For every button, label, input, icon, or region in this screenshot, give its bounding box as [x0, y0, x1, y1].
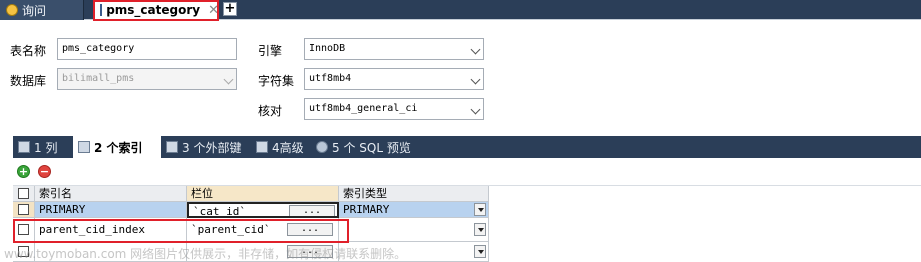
tab-advanced-label: 4高级 — [272, 140, 304, 155]
chevron-down-icon[interactable] — [474, 223, 486, 236]
tab-foreign-keys[interactable]: 3 个外部键 — [161, 136, 251, 158]
tab-indexes-label: 2 个索引 — [94, 140, 143, 155]
tab-advanced[interactable]: 4高级 — [251, 136, 311, 158]
charset-value: utf8mb4 — [309, 73, 352, 84]
engine-select[interactable]: InnoDB — [304, 38, 484, 60]
collation-value: utf8mb4_general_ci — [309, 103, 418, 114]
tab-foreign-keys-label: 3 个外部键 — [182, 140, 242, 155]
checkbox[interactable] — [18, 204, 29, 215]
row-checkbox-cell — [13, 218, 35, 242]
database-label: 数据库 — [10, 74, 47, 88]
checkbox[interactable] — [18, 188, 29, 199]
engine-value: InnoDB — [309, 43, 346, 54]
tab-pms-category-label: pms_category — [106, 3, 201, 17]
columns-value: `cat_id` — [193, 205, 246, 218]
tab-sql-preview[interactable]: 5 个 SQL 预览 — [311, 136, 429, 158]
table-name-input[interactable]: pms_category — [57, 38, 237, 60]
chevron-down-icon — [470, 74, 481, 85]
close-icon[interactable]: ✕ — [208, 3, 219, 18]
query-icon — [6, 4, 18, 16]
index-toolbar: + − — [13, 158, 921, 186]
edit-columns-button[interactable]: ... — [289, 205, 335, 216]
checkbox[interactable] — [18, 224, 29, 235]
database-value: bilimall_pms — [62, 73, 135, 84]
table-row-name[interactable]: parent_cid_index — [35, 218, 187, 242]
tab-query[interactable]: 询问 — [0, 0, 84, 20]
add-tab-button[interactable]: + — [223, 2, 237, 16]
index-type-value: PRIMARY — [343, 203, 390, 216]
document-tab-strip: 询问 pms_category ✕ + — [0, 0, 921, 20]
table-row-name[interactable]: PRIMARY — [35, 202, 187, 218]
tab-indexes[interactable]: 2 个索引 — [73, 136, 161, 158]
collation-label: 核对 — [258, 104, 283, 118]
charset-label: 字符集 — [258, 74, 295, 88]
foreign-key-icon — [166, 141, 178, 153]
tab-columns-label: 1 列 — [34, 140, 58, 155]
tab-pms-category[interactable]: pms_category ✕ — [94, 0, 219, 20]
advanced-icon — [256, 141, 268, 153]
engine-label: 引擎 — [258, 44, 283, 58]
table-row-type[interactable] — [339, 218, 489, 242]
tab-query-label: 询问 — [22, 3, 47, 18]
chevron-down-icon — [223, 74, 234, 85]
header-checkbox-cell — [13, 186, 35, 202]
remove-index-button[interactable]: − — [38, 165, 51, 178]
add-index-button[interactable]: + — [17, 165, 30, 178]
database-select: bilimall_pms — [57, 68, 237, 90]
edit-columns-button[interactable]: ... — [287, 223, 333, 236]
table-row-columns[interactable]: `cat_id` ... — [187, 202, 339, 218]
designer-tab-strip: 1 列 2 个索引 3 个外部键 4高级 5 个 SQL 预览 — [13, 136, 921, 158]
columns-icon — [18, 141, 30, 153]
chevron-down-icon — [470, 44, 481, 55]
sql-preview-icon — [316, 141, 328, 153]
index-icon — [78, 141, 90, 153]
table-name-label: 表名称 — [10, 44, 47, 58]
row-checkbox-cell — [13, 202, 35, 218]
table-icon — [100, 4, 103, 16]
chevron-down-icon — [470, 104, 481, 115]
collation-select[interactable]: utf8mb4_general_ci — [304, 98, 484, 120]
watermark: www.toymoban.com 网络图片仅供展示，非存储，如有侵权请联系删除。 — [4, 247, 407, 261]
header-columns: 栏位 — [187, 186, 339, 202]
tab-columns[interactable]: 1 列 — [13, 136, 73, 158]
columns-value: `parent_cid` — [191, 223, 271, 236]
charset-select[interactable]: utf8mb4 — [304, 68, 484, 90]
header-index-name: 索引名 — [35, 186, 187, 202]
chevron-down-icon[interactable] — [474, 245, 486, 258]
table-row-type[interactable]: PRIMARY — [339, 202, 489, 218]
chevron-down-icon[interactable] — [474, 203, 486, 216]
header-index-type: 索引类型 — [339, 186, 489, 202]
table-row-columns[interactable]: `parent_cid` ... — [187, 218, 339, 242]
tab-sql-preview-label: 5 个 SQL 预览 — [332, 140, 411, 155]
table-name-value: pms_category — [62, 43, 135, 54]
